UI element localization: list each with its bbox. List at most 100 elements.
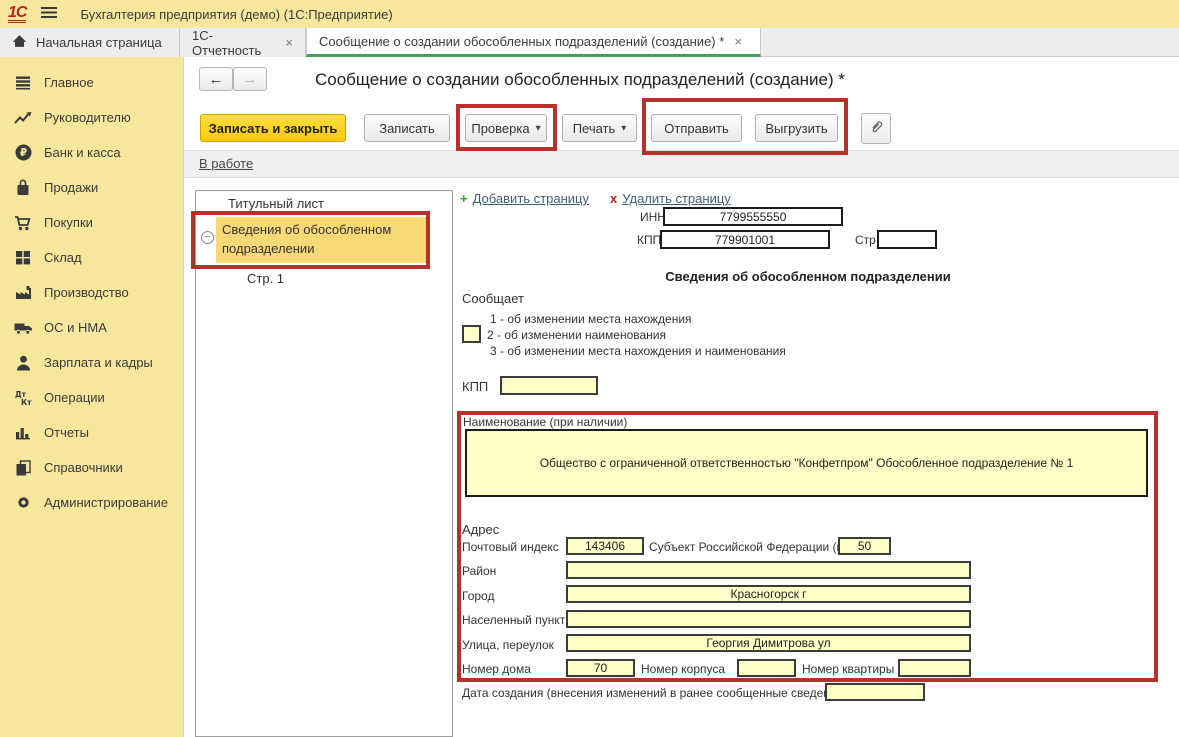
save-button[interactable]: Записать bbox=[364, 114, 450, 142]
address-label: Адрес bbox=[462, 522, 499, 537]
factory-icon bbox=[13, 284, 33, 302]
gear-icon bbox=[13, 494, 33, 512]
kpp2-field[interactable] bbox=[500, 376, 598, 395]
postal-field[interactable] bbox=[566, 537, 644, 555]
creation-date-label: Дата создания (внесения изменений в ране… bbox=[462, 686, 847, 700]
building-field[interactable] bbox=[737, 659, 796, 677]
kpp-field[interactable] bbox=[660, 230, 830, 249]
notify-option-2: 2 - об изменении наименования bbox=[487, 328, 666, 342]
settlement-label: Населенный пункт bbox=[462, 613, 565, 627]
delete-page-link[interactable]: xУдалить страницу bbox=[610, 191, 731, 206]
sidebar-item-glavnoe[interactable]: Главное bbox=[0, 65, 184, 100]
check-button[interactable]: Проверка▾ bbox=[465, 114, 547, 142]
main-menu-icon[interactable] bbox=[40, 6, 58, 22]
x-icon: x bbox=[610, 191, 617, 206]
city-field[interactable] bbox=[566, 585, 971, 603]
menu-lines-icon bbox=[13, 74, 33, 92]
plus-icon: + bbox=[460, 191, 468, 206]
tree-item-title-page[interactable]: Титульный лист bbox=[228, 196, 324, 211]
str-field[interactable] bbox=[877, 230, 937, 249]
sidebar-item-pokupki[interactable]: Покупки bbox=[0, 205, 184, 240]
sidebar-item-rukovoditelyu[interactable]: Руководителю bbox=[0, 100, 184, 135]
region-code-label: Субъект Российской Федерации (код) bbox=[649, 540, 859, 554]
tree-item-selected-division-info[interactable]: Сведения об обособленном подразделении bbox=[216, 217, 426, 263]
tab-message-active[interactable]: Сообщение о создании обособленных подраз… bbox=[306, 28, 761, 57]
notify-code-field[interactable] bbox=[462, 325, 481, 343]
debit-credit-icon: ДтКт bbox=[13, 389, 33, 407]
inn-field[interactable] bbox=[663, 207, 843, 226]
tree-item-page-1[interactable]: Стр. 1 bbox=[247, 271, 284, 286]
building-label: Номер корпуса bbox=[641, 662, 725, 676]
status-strip bbox=[184, 150, 1179, 178]
sidebar-item-bank-i-kassa[interactable]: ₽ Банк и касса bbox=[0, 135, 184, 170]
page-title: Сообщение о создании обособленных подраз… bbox=[315, 70, 845, 90]
person-icon bbox=[13, 354, 33, 372]
sidebar-item-proizvodstvo[interactable]: Производство bbox=[0, 275, 184, 310]
sidebar-label: Склад bbox=[44, 250, 82, 265]
notify-option-1: 1 - об изменении места нахождения bbox=[490, 312, 692, 326]
sidebar-item-spravochniki[interactable]: Справочники bbox=[0, 450, 184, 485]
back-button[interactable]: ← bbox=[199, 67, 233, 91]
sidebar-item-otchety[interactable]: Отчеты bbox=[0, 415, 184, 450]
tab-message-close-icon[interactable]: × bbox=[734, 34, 742, 49]
svg-text:₽: ₽ bbox=[19, 147, 26, 159]
paperclip-icon bbox=[869, 119, 884, 138]
city-label: Город bbox=[462, 589, 494, 603]
pages-tree-panel bbox=[195, 190, 453, 737]
ruble-circle-icon: ₽ bbox=[13, 144, 33, 162]
street-field[interactable] bbox=[566, 634, 971, 652]
sidebar-label: Справочники bbox=[44, 460, 123, 475]
sidebar-label: Продажи bbox=[44, 180, 98, 195]
tab-report-label: 1С-Отчетность bbox=[192, 28, 275, 58]
svg-text:Кт: Кт bbox=[21, 398, 32, 406]
sidebar-label: Банк и касса bbox=[44, 145, 121, 160]
tab-home[interactable]: Начальная страница bbox=[0, 28, 180, 57]
str-label: Стр bbox=[855, 233, 876, 247]
sidebar-item-os-i-nma[interactable]: ОС и НМА bbox=[0, 310, 184, 345]
sidebar-label: Операции bbox=[44, 390, 105, 405]
postal-label: Почтовый индекс bbox=[462, 540, 559, 554]
collapse-icon[interactable]: − bbox=[201, 231, 214, 244]
sidebar-item-operacii[interactable]: ДтКт Операции bbox=[0, 380, 184, 415]
creation-date-field[interactable] bbox=[825, 683, 925, 701]
chevron-down-icon: ▾ bbox=[536, 123, 541, 134]
add-page-link[interactable]: +Добавить страницу bbox=[460, 191, 589, 206]
house-field[interactable] bbox=[566, 659, 635, 677]
blocks-grid-icon bbox=[13, 249, 33, 267]
sidebar-item-prodazhi[interactable]: Продажи bbox=[0, 170, 184, 205]
sidebar-label: Администрирование bbox=[44, 495, 168, 510]
sidebar-label: Производство bbox=[44, 285, 129, 300]
export-button[interactable]: Выгрузить bbox=[755, 114, 838, 142]
notify-option-3: 3 - об изменении места нахождения и наим… bbox=[490, 344, 786, 358]
settlement-field[interactable] bbox=[566, 610, 971, 628]
sidebar-label: Зарплата и кадры bbox=[44, 355, 153, 370]
sidebar-item-administrirovanie[interactable]: Администрирование bbox=[0, 485, 184, 520]
kpp-label: КПП bbox=[637, 233, 661, 247]
print-button[interactable]: Печать▾ bbox=[562, 114, 637, 142]
district-label: Район bbox=[462, 564, 496, 578]
title-bar: 1С Бухгалтерия предприятия (демо) (1С:Пр… bbox=[0, 0, 1179, 28]
sidebar-item-sklad[interactable]: Склад bbox=[0, 240, 184, 275]
apartment-field[interactable] bbox=[898, 659, 971, 677]
save-and-close-button[interactable]: Записать и закрыть bbox=[200, 114, 346, 142]
app-window: 1С Бухгалтерия предприятия (демо) (1С:Пр… bbox=[0, 0, 1179, 737]
house-label: Номер дома bbox=[462, 662, 531, 676]
tab-report[interactable]: 1С-Отчетность × bbox=[180, 28, 306, 57]
tab-report-close-icon[interactable]: × bbox=[285, 35, 293, 50]
sidebar-item-zarplata-i-kadry[interactable]: Зарплата и кадры bbox=[0, 345, 184, 380]
apartment-label: Номер квартиры bbox=[802, 662, 894, 676]
region-code-field[interactable] bbox=[838, 537, 891, 555]
cart-icon bbox=[13, 214, 33, 232]
street-label: Улица, переулок bbox=[462, 638, 554, 652]
sidebar: Главное Руководителю ₽ Банк и касса Прод… bbox=[0, 57, 184, 737]
forward-button[interactable]: → bbox=[233, 67, 267, 91]
notify-label: Сообщает bbox=[462, 291, 524, 306]
home-icon bbox=[12, 34, 27, 51]
status-link[interactable]: В работе bbox=[199, 156, 253, 171]
chevron-down-icon: ▾ bbox=[621, 123, 626, 134]
name-label: Наименование (при наличии) bbox=[463, 415, 627, 429]
send-button[interactable]: Отправить bbox=[651, 114, 742, 142]
district-field[interactable] bbox=[566, 561, 971, 579]
name-field[interactable]: Общество с ограниченной ответственностью… bbox=[465, 429, 1148, 497]
attachment-button[interactable] bbox=[861, 113, 891, 144]
